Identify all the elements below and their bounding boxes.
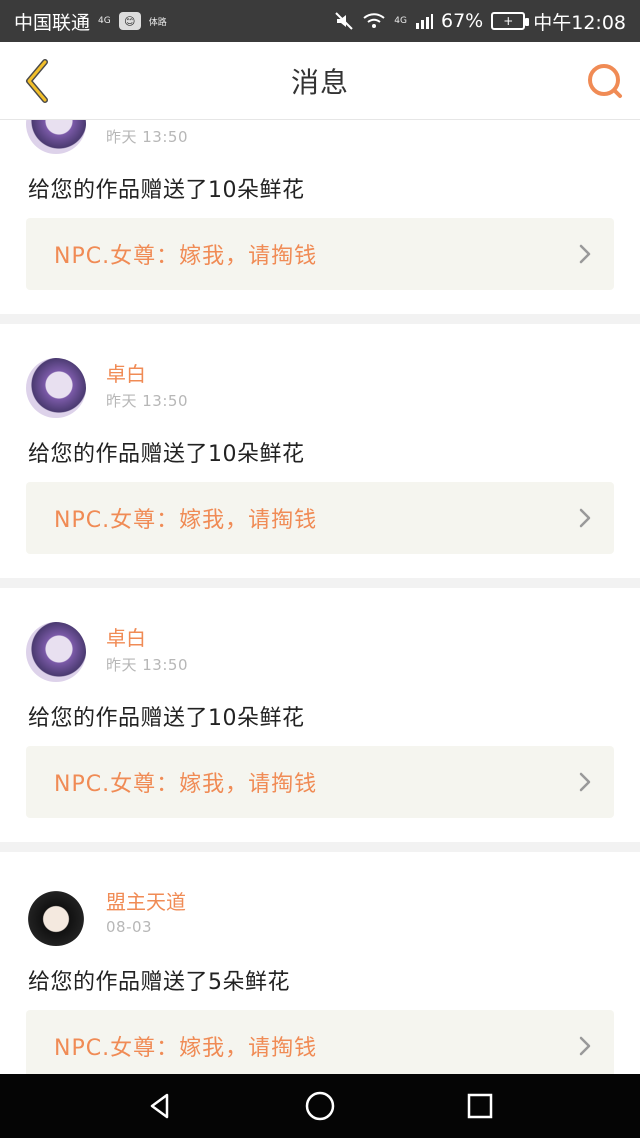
- battery-percent: 67%: [441, 10, 484, 32]
- message-list: 卓白 昨天 13:50 给您的作品赠送了10朵鲜花 NPC.女尊：嫁我，请掏钱 …: [0, 120, 640, 1074]
- back-button[interactable]: [18, 58, 54, 104]
- message-text: 给您的作品赠送了10朵鲜花: [28, 442, 305, 467]
- status-time: 中午12:08: [533, 11, 626, 34]
- avatar[interactable]: [26, 622, 86, 682]
- chevron-right-icon: [578, 507, 592, 529]
- status-right: 4G 67% + 中午12:08: [334, 8, 626, 35]
- chevron-right-icon: [578, 1035, 592, 1057]
- sender-name[interactable]: 卓白: [106, 622, 146, 651]
- message-time: 昨天 13:50: [106, 656, 188, 674]
- message-card[interactable]: 卓白 昨天 13:50 给您的作品赠送了10朵鲜花 NPC.女尊：嫁我，请掏钱: [0, 324, 640, 578]
- message-text: 给您的作品赠送了5朵鲜花: [28, 970, 290, 995]
- quoted-work-link[interactable]: NPC.女尊：嫁我，请掏钱: [26, 1010, 614, 1074]
- message-time: 昨天 13:50: [106, 128, 188, 146]
- message-text: 给您的作品赠送了10朵鲜花: [28, 178, 305, 203]
- status-bar: 中国联通 4G 😊 体路 4G 67% + 中午12:08: [0, 0, 640, 42]
- home-circle-icon: [305, 1091, 335, 1121]
- page-title: 消息: [290, 65, 349, 99]
- message-time: 08-03: [106, 918, 153, 936]
- search-button[interactable]: [586, 62, 624, 100]
- message-card[interactable]: 卓白 昨天 13:50 给您的作品赠送了10朵鲜花 NPC.女尊：嫁我，请掏钱: [0, 588, 640, 842]
- wifi-icon: [362, 12, 386, 30]
- sender-name[interactable]: 卓白: [106, 358, 146, 387]
- battery-icon: +: [491, 12, 530, 30]
- quoted-work-title: NPC.女尊：嫁我，请掏钱: [54, 772, 318, 797]
- message-card[interactable]: 盟主天道 08-03 给您的作品赠送了5朵鲜花 NPC.女尊：嫁我，请掏钱: [0, 852, 640, 1074]
- chevron-right-icon: [578, 243, 592, 265]
- chevron-left-icon: [26, 59, 48, 103]
- app-badge-icon: 😊: [118, 12, 141, 30]
- message-card[interactable]: 卓白 昨天 13:50 给您的作品赠送了10朵鲜花 NPC.女尊：嫁我，请掏钱: [0, 120, 640, 314]
- network-small-label: 4G: [98, 16, 111, 26]
- sender-name[interactable]: 盟主天道: [106, 886, 186, 915]
- quoted-work-title: NPC.女尊：嫁我，请掏钱: [54, 1036, 318, 1061]
- search-icon: [588, 64, 622, 98]
- system-back-button[interactable]: [143, 1089, 177, 1123]
- signal-bars-icon: [415, 12, 433, 30]
- back-triangle-icon: [150, 1093, 169, 1119]
- system-recent-button[interactable]: [463, 1089, 497, 1123]
- quoted-work-link[interactable]: NPC.女尊：嫁我，请掏钱: [26, 218, 614, 290]
- quoted-work-link[interactable]: NPC.女尊：嫁我，请掏钱: [26, 482, 614, 554]
- quoted-work-title: NPC.女尊：嫁我，请掏钱: [54, 244, 318, 269]
- quoted-work-link[interactable]: NPC.女尊：嫁我，请掏钱: [26, 746, 614, 818]
- signal-label: 4G: [394, 16, 407, 26]
- message-list-container[interactable]: 卓白 昨天 13:50 给您的作品赠送了10朵鲜花 NPC.女尊：嫁我，请掏钱 …: [0, 120, 640, 1074]
- quoted-work-title: NPC.女尊：嫁我，请掏钱: [54, 508, 318, 533]
- recent-square-icon: [467, 1093, 493, 1119]
- avatar[interactable]: [26, 120, 86, 154]
- message-time: 昨天 13:50: [106, 392, 188, 410]
- extra-status-label: 体路: [148, 17, 167, 28]
- carrier-label: 中国联通: [14, 11, 91, 34]
- header: 消息: [0, 42, 640, 120]
- avatar[interactable]: [26, 886, 86, 946]
- status-left: 中国联通 4G 😊 体路: [14, 8, 167, 35]
- avatar[interactable]: [26, 358, 86, 418]
- mute-icon: [334, 11, 354, 31]
- system-navigation-bar: [0, 1074, 640, 1138]
- system-home-button[interactable]: [303, 1089, 337, 1123]
- sender-name[interactable]: 卓白: [106, 120, 146, 123]
- message-text: 给您的作品赠送了10朵鲜花: [28, 706, 305, 731]
- chevron-right-icon: [578, 771, 592, 793]
